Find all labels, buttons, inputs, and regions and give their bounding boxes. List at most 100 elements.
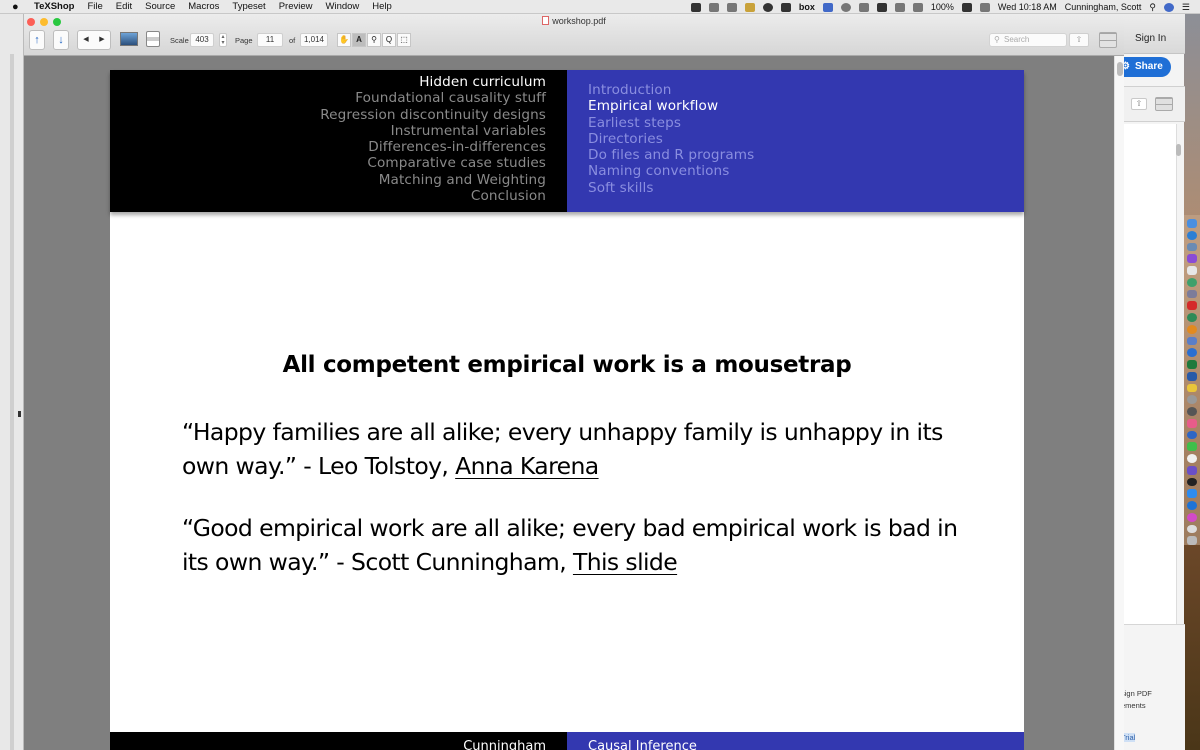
split-handle[interactable]: [18, 411, 21, 417]
bluetooth-icon[interactable]: [858, 2, 869, 12]
preview-icon[interactable]: [1187, 289, 1197, 299]
clock[interactable]: Wed 10:18 AM: [998, 2, 1057, 12]
search-input[interactable]: ⚲ Search: [989, 33, 1067, 47]
menu-file[interactable]: File: [87, 1, 102, 12]
slack-icon[interactable]: [1187, 512, 1197, 522]
screen-record-icon[interactable]: [690, 2, 701, 12]
section-nav-item[interactable]: Differences-in-differences: [110, 139, 546, 155]
text-select-tool-icon[interactable]: A: [352, 33, 366, 47]
omnifocus-icon[interactable]: [1187, 254, 1197, 263]
system-prefs-icon[interactable]: [1187, 395, 1197, 404]
drawer-toggle-button[interactable]: [1099, 32, 1117, 48]
subsection-nav-item[interactable]: Empirical workflow: [588, 98, 1024, 114]
battery-icon[interactable]: [961, 2, 972, 12]
menu-macros[interactable]: Macros: [188, 1, 219, 12]
menu-window[interactable]: Window: [326, 1, 360, 12]
volume-icon[interactable]: [912, 2, 923, 12]
drawer-icon[interactable]: [1155, 97, 1173, 111]
vertical-scrollbar[interactable]: [1114, 56, 1124, 750]
wifi-icon[interactable]: [894, 2, 905, 12]
finder-icon[interactable]: [1187, 219, 1197, 228]
photos-icon[interactable]: [1187, 242, 1197, 252]
app-store-icon[interactable]: [1187, 348, 1197, 357]
calendar-icon[interactable]: [979, 2, 990, 12]
microphone-icon[interactable]: [726, 2, 737, 12]
word-icon[interactable]: [1187, 371, 1197, 381]
creative-cloud-icon[interactable]: [780, 2, 791, 12]
section-nav-item[interactable]: Instrumental variables: [110, 123, 546, 139]
time-machine-icon[interactable]: [840, 2, 851, 12]
calendar-icon[interactable]: [1187, 266, 1197, 275]
magnify-large-tool-icon[interactable]: Q: [382, 33, 396, 47]
hand-tool-icon[interactable]: ✋: [337, 33, 351, 47]
menu-source[interactable]: Source: [145, 1, 175, 12]
scrollbar-thumb[interactable]: [1117, 62, 1123, 76]
section-nav-item[interactable]: Foundational causality stuff: [110, 90, 546, 106]
prev-button[interactable]: ◀: [78, 31, 94, 49]
shield-icon[interactable]: [744, 2, 755, 12]
display-icon[interactable]: [822, 2, 833, 12]
maps-icon[interactable]: [1187, 277, 1197, 287]
messages-icon[interactable]: [1187, 442, 1197, 451]
magnify-small-tool-icon[interactable]: ⚲: [367, 33, 381, 47]
zoom-icon[interactable]: [1187, 489, 1197, 498]
wunderlist-icon[interactable]: [1187, 524, 1197, 534]
texshop-icon[interactable]: [1187, 313, 1197, 322]
user-name[interactable]: Cunningham, Scott: [1065, 2, 1142, 12]
image-icon[interactable]: [120, 32, 138, 46]
subsection-nav-item[interactable]: Do files and R programs: [588, 147, 1024, 163]
section-nav-item[interactable]: Comparative case studies: [110, 155, 546, 171]
launchpad-icon[interactable]: [1187, 336, 1197, 346]
stata-icon[interactable]: [1187, 407, 1197, 416]
box-icon[interactable]: box: [799, 2, 815, 12]
apple-menu-icon[interactable]: ●: [12, 1, 26, 13]
next-page-down-button[interactable]: ↓: [53, 30, 69, 50]
pdf-view[interactable]: Hidden curriculum Foundational causality …: [18, 56, 1124, 750]
siri-icon[interactable]: [1163, 2, 1174, 12]
menu-app-name[interactable]: TeXShop: [34, 1, 74, 12]
davinci-icon[interactable]: [1187, 477, 1197, 487]
excel-icon[interactable]: [1187, 360, 1197, 369]
imovie-icon[interactable]: [1187, 465, 1197, 475]
next-button[interactable]: ▶: [94, 31, 110, 49]
firefox-icon[interactable]: [1187, 324, 1197, 334]
scale-field[interactable]: 403: [190, 33, 214, 47]
battery-indicator-icon[interactable]: [876, 2, 887, 12]
print-icon[interactable]: [146, 31, 160, 47]
menu-preview[interactable]: Preview: [279, 1, 313, 12]
background-window-left[interactable]: [0, 14, 24, 750]
trash-icon[interactable]: [1187, 536, 1197, 545]
page-field[interactable]: 11: [257, 33, 283, 47]
safari-icon[interactable]: [1187, 230, 1197, 240]
onepassword-icon[interactable]: [762, 2, 773, 12]
section-nav-item[interactable]: Matching and Weighting: [110, 172, 546, 188]
menu-edit[interactable]: Edit: [116, 1, 132, 12]
subsection-nav-item[interactable]: Soft skills: [588, 180, 1024, 196]
background-window-right[interactable]: Sign In ⚙ Share ⇧ sign PDF ements Trial: [1113, 14, 1185, 750]
acrobat-icon[interactable]: [1187, 301, 1197, 310]
spotlight-icon[interactable]: ⚲: [1149, 2, 1156, 13]
marquee-select-tool-icon[interactable]: ⬚: [397, 33, 411, 47]
dropbox-icon[interactable]: [708, 2, 719, 12]
scale-stepper[interactable]: ▴ ▾: [219, 33, 227, 47]
share-icon[interactable]: ⇧: [1131, 98, 1147, 110]
notification-center-icon[interactable]: ☰: [1182, 2, 1190, 13]
subsection-nav-item[interactable]: Naming conventions: [588, 163, 1024, 179]
sign-pdf-text[interactable]: sign PDF: [1121, 689, 1152, 698]
section-nav-item[interactable]: Conclusion: [110, 188, 546, 204]
chrome-icon[interactable]: [1187, 454, 1197, 463]
section-nav-item[interactable]: Hidden curriculum: [110, 74, 546, 90]
skype-icon[interactable]: [1187, 501, 1197, 510]
right-window-scrollbar[interactable]: [1176, 144, 1181, 156]
sign-in-button[interactable]: Sign In: [1135, 33, 1166, 44]
menu-typeset[interactable]: Typeset: [232, 1, 265, 12]
subsection-nav-item[interactable]: Directories: [588, 131, 1024, 147]
notes-icon[interactable]: [1187, 383, 1197, 393]
menu-help[interactable]: Help: [372, 1, 392, 12]
onepassword-app-icon[interactable]: [1187, 430, 1197, 440]
subsection-nav-item[interactable]: Introduction: [588, 82, 1024, 98]
agreements-text[interactable]: ements: [1121, 701, 1146, 710]
section-nav-item[interactable]: Regression discontinuity designs: [110, 107, 546, 123]
itunes-icon[interactable]: [1187, 418, 1197, 428]
subsection-nav-item[interactable]: Earliest steps: [588, 115, 1024, 131]
